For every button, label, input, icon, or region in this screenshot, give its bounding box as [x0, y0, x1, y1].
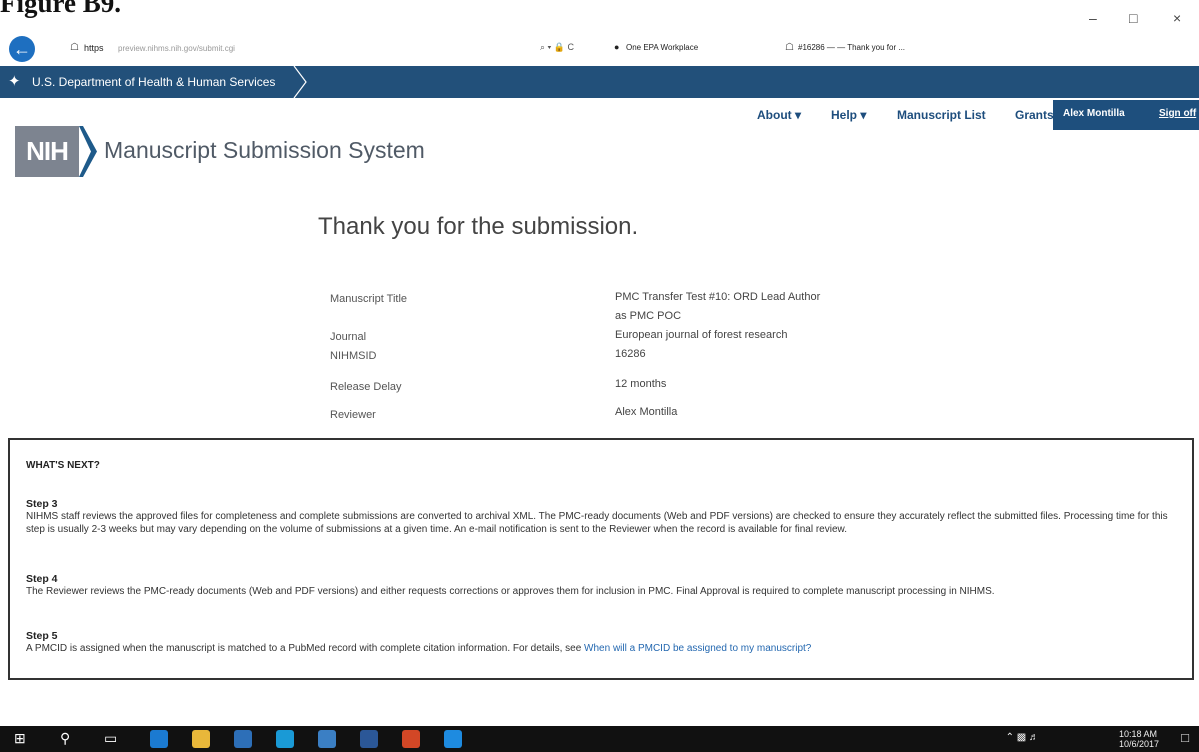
figure-label: Figure B9. [0, 0, 121, 18]
search-icon[interactable]: ⚲ [60, 730, 70, 747]
site-favicon-icon: ☖ [70, 42, 79, 53]
hhs-eagle-icon: ✦ [8, 73, 21, 90]
powerpoint-icon[interactable] [402, 730, 420, 748]
file-explorer-icon[interactable] [192, 730, 210, 748]
page-heading: Thank you for the submission. [318, 213, 639, 240]
top-navigation: About ▾ Help ▾ Manuscript List Grants Re… [639, 100, 1199, 130]
hhs-chevron-icon [293, 66, 307, 98]
journal-label: Journal [330, 331, 367, 343]
site-title: Manuscript Submission System [104, 137, 425, 163]
user-name: Alex Montilla [1063, 108, 1125, 119]
reviewer-label: Reviewer [330, 409, 376, 421]
nav-manuscript-list[interactable]: Manuscript List [897, 108, 986, 122]
window-controls: – □ × [1089, 10, 1199, 30]
minimize-icon[interactable]: – [1089, 10, 1097, 26]
skype-icon[interactable] [276, 730, 294, 748]
workplace-icon: ● [614, 42, 620, 52]
url-scheme[interactable]: https [84, 43, 104, 53]
step-4-text: The Reviewer reviews the PMC-ready docum… [26, 586, 995, 597]
nav-help[interactable]: Help ▾ [831, 108, 866, 122]
nihmsid-value: 16286 [615, 348, 646, 360]
whats-next-panel: WHAT'S NEXT? Step 3 NIHMS staff reviews … [8, 438, 1194, 680]
clock-time: 10:18 AM [1118, 729, 1157, 739]
word-icon[interactable] [360, 730, 378, 748]
tray-icons[interactable]: ⌃ ▩ ♬ [1006, 732, 1039, 743]
outlook-icon[interactable] [318, 730, 336, 748]
back-arrow-icon[interactable]: ← [9, 36, 35, 62]
task-view-icon[interactable]: ▭ [104, 730, 117, 747]
step-4-title: Step 4 [26, 573, 58, 585]
clock[interactable]: 10:18 AM 10/6/2017 [1119, 729, 1159, 749]
windows-start-icon[interactable]: ⊞ [14, 730, 26, 747]
nav-about[interactable]: About ▾ [757, 108, 801, 122]
url-field[interactable]: preview.nihms.nih.gov/submit.cgi [118, 44, 235, 53]
step-5-text: A PMCID is assigned when the manuscript … [26, 642, 1176, 655]
hhs-banner: ✦ U.S. Department of Health & Human Serv… [0, 66, 1199, 98]
app-icon[interactable] [234, 730, 252, 748]
nih-logo[interactable]: NIH [15, 126, 79, 177]
step-5-body: A PMCID is assigned when the manuscript … [26, 643, 582, 654]
clock-date: 10/6/2017 [1118, 739, 1159, 749]
pmcid-help-link[interactable]: When will a PMCID be assigned to my manu… [584, 643, 811, 654]
manuscript-title-label: Manuscript Title [330, 293, 408, 305]
manuscript-title-value: PMC Transfer Test #10: ORD Lead Author [615, 291, 821, 303]
restore-icon[interactable]: □ [1129, 10, 1137, 26]
browser-tab[interactable]: #16286 — — Thank you for ... [798, 43, 905, 52]
step-3-title: Step 3 [26, 498, 58, 510]
sign-off-link[interactable]: Sign off [1159, 108, 1196, 119]
release-delay-label: Release Delay [330, 381, 402, 393]
internet-explorer-icon[interactable] [444, 730, 462, 748]
browser-address-bar: ← ☖ https preview.nihms.nih.gov/submit.c… [0, 30, 1199, 66]
action-center-icon[interactable]: □ [1181, 730, 1189, 745]
address-controls[interactable]: ⌕ ▾ 🔒 C [540, 42, 574, 53]
hhs-link[interactable]: U.S. Department of Health & Human Servic… [32, 75, 275, 89]
reviewer-value: Alex Montilla [615, 406, 678, 418]
taskbar: ⊞ ⚲ ▭ ⌃ ▩ ♬ 10:18 AM 10/6/2017 □ [0, 726, 1199, 752]
user-panel: Alex Montilla Sign off [1053, 100, 1199, 130]
release-delay-value: 12 months [615, 378, 667, 390]
edge-icon[interactable] [150, 730, 168, 748]
tab-favicon-icon: ☖ [785, 42, 794, 53]
nihmsid-label: NIHMSID [330, 350, 377, 362]
nih-logo-arrow-icon [79, 126, 97, 177]
step-3-text: NIHMS staff reviews the approved files f… [26, 511, 1168, 535]
workplace-label[interactable]: One EPA Workplace [626, 43, 698, 52]
manuscript-title-value-cont: as PMC POC [615, 310, 682, 322]
close-icon[interactable]: × [1173, 10, 1181, 26]
step-5-title: Step 5 [26, 630, 58, 642]
journal-value: European journal of forest research [615, 329, 788, 341]
whats-next-heading: WHAT'S NEXT? [26, 460, 100, 471]
